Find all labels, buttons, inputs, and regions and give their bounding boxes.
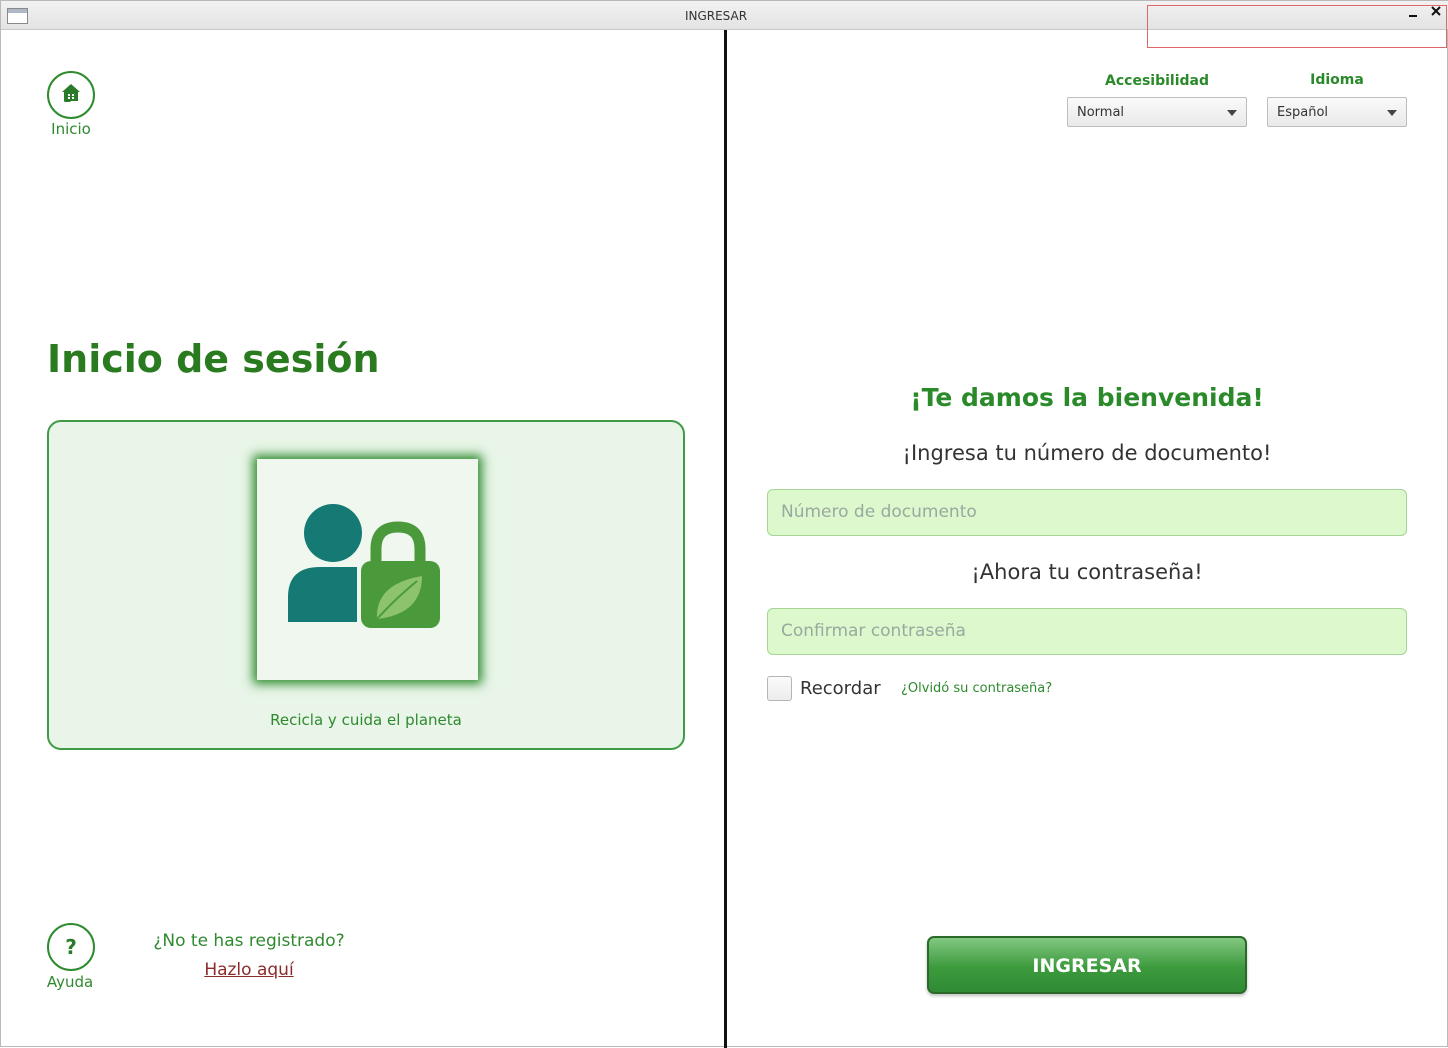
welcome-heading: ¡Te damos la bienvenida! [910, 383, 1264, 412]
password-input[interactable]: Confirmar contraseña [767, 608, 1407, 655]
home-icon [59, 81, 83, 109]
register-link[interactable]: Hazlo aquí [131, 960, 367, 980]
page-title: Inicio de sesión [47, 337, 380, 381]
home-button[interactable] [47, 71, 95, 119]
accessibility-select[interactable]: Normal [1067, 97, 1247, 127]
close-icon[interactable] [1427, 5, 1445, 21]
password-prompt: ¡Ahora tu contraseña! [971, 560, 1203, 584]
language-value: Español [1277, 105, 1329, 120]
user-lock-leaf-icon [288, 504, 440, 628]
remember-checkbox[interactable] [767, 676, 792, 701]
accessibility-value: Normal [1077, 105, 1125, 120]
accessibility-label: Accesibilidad [1105, 73, 1209, 89]
forgot-password-link[interactable]: ¿Olvidó su contraseña? [901, 681, 1052, 696]
help-icon: ? [65, 935, 77, 959]
language-label: Idioma [1310, 72, 1364, 88]
minimize-icon[interactable] [1404, 7, 1422, 23]
help-label[interactable]: Ayuda [30, 973, 110, 991]
chevron-down-icon [1227, 110, 1237, 116]
document-prompt: ¡Ingresa tu número de documento! [902, 441, 1272, 465]
register-question: ¿No te has registrado? [153, 931, 345, 951]
language-select[interactable]: Español [1267, 97, 1407, 127]
card-caption: Recicla y cuida el planeta [270, 711, 462, 729]
login-button[interactable]: INGRESAR [927, 936, 1247, 994]
illustration-card: Recicla y cuida el planeta [47, 420, 685, 750]
login-window: INGRESAR Inicio Inicio de sesión Recicla… [0, 0, 1448, 1048]
help-button[interactable]: ? [47, 923, 95, 971]
home-label[interactable]: Inicio [31, 120, 111, 138]
chevron-down-icon [1387, 110, 1397, 116]
user-lock-illustration [257, 459, 478, 680]
panel-divider [724, 30, 727, 1048]
document-number-input[interactable]: Número de documento [767, 489, 1407, 536]
remember-label[interactable]: Recordar [800, 678, 881, 699]
titlebar-highlight-box [1147, 5, 1447, 48]
